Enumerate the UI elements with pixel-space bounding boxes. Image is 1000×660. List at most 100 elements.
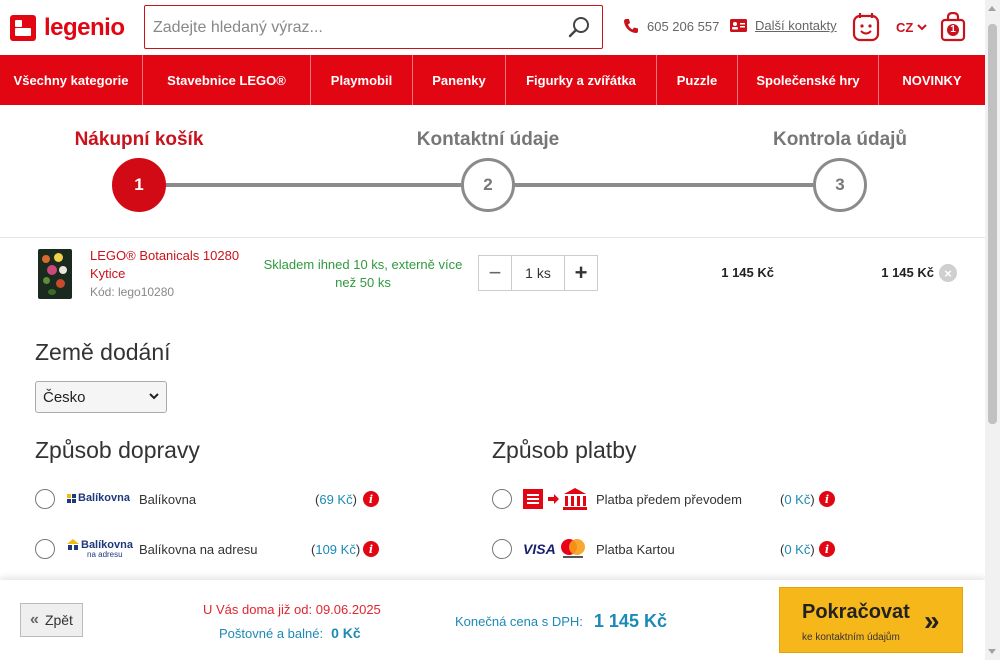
step-connector — [488, 183, 840, 187]
step-label-cart: Nákupní košík — [74, 129, 204, 150]
increase-quantity-button[interactable]: + — [565, 256, 597, 290]
nav-item-dolls[interactable]: Panenky — [413, 55, 506, 105]
payment-label-transfer: Platba předem převodem — [596, 492, 742, 507]
continue-button[interactable]: Pokračovat ke kontaktním údajům » — [779, 587, 963, 653]
info-icon[interactable]: i — [363, 491, 379, 507]
shipping-radio-balikovna-address[interactable] — [35, 539, 55, 559]
payment-price-value: 0 Kč — [784, 542, 811, 557]
shipping-cost-label: Poštovné a balné: — [219, 626, 324, 641]
cart-item-row: LEGO® Botanicals 10280 Kytice Kód: lego1… — [20, 239, 964, 311]
continue-label: Pokračovat — [802, 601, 910, 623]
step-circle-contact[interactable]: 2 — [461, 158, 515, 212]
bank-transfer-icon — [523, 488, 587, 510]
balikovna-address-logo: Balíkovna na adresu — [67, 539, 133, 560]
shipping-cost: Poštovné a balné: 0 Kč — [219, 625, 361, 641]
country-title: Země dodání — [35, 339, 171, 365]
shipping-price-balikovna-address: (109 Kč) — [311, 542, 361, 557]
nav-item-puzzle[interactable]: Puzzle — [657, 55, 738, 105]
cart-button[interactable]: 1 — [940, 11, 966, 42]
balikovna-logo: Balíkovna — [67, 492, 130, 504]
shipping-label-balikovna: Balíkovna — [139, 492, 197, 507]
delivery-date: U Vás doma již od: 09.06.2025 — [203, 602, 381, 617]
balikovna-logo-text: Balíkovna — [78, 492, 130, 504]
shipping-title: Způsob dopravy — [35, 437, 200, 463]
nav-item-playmobil[interactable]: Playmobil — [311, 55, 413, 105]
final-price-label: Konečná cena s DPH: — [455, 614, 583, 629]
shipping-price-value: 109 Kč — [315, 542, 356, 557]
payment-price-transfer: (0 Kč) — [780, 492, 815, 507]
search-input[interactable] — [153, 16, 553, 40]
quantity-value[interactable]: 1 ks — [511, 256, 565, 290]
brand-name: legenio — [44, 14, 125, 41]
double-chevron-right-icon: » — [924, 605, 940, 636]
main-navigation: Všechny kategorie Stavebnice LEGO® Playm… — [0, 55, 985, 105]
site-header: legenio 605 206 557 Další kontakty CZ — [0, 0, 985, 55]
scroll-thumb[interactable] — [988, 24, 997, 424]
scroll-up-arrow[interactable] — [988, 6, 996, 11]
nav-item-new[interactable]: NOVINKY — [879, 55, 985, 105]
contacts-link[interactable]: Další kontakty — [730, 18, 837, 33]
final-price-value: 1 145 Kč — [593, 611, 667, 631]
payment-radio-card[interactable] — [492, 539, 512, 559]
shipping-label-balikovna-address: Balíkovna na adresu — [139, 542, 258, 557]
quantity-stepper: − 1 ks + — [478, 255, 598, 291]
payment-label-card: Platba Kartou — [596, 542, 675, 557]
checkout-footer: « Zpět U Vás doma již od: 09.06.2025 Poš… — [0, 580, 985, 660]
language-selector[interactable]: CZ — [896, 20, 928, 35]
payment-price-value: 0 Kč — [784, 492, 811, 507]
contact-card-icon — [730, 19, 747, 32]
double-chevron-left-icon: « — [30, 611, 39, 628]
shipping-radio-balikovna[interactable] — [35, 489, 55, 509]
step-connector — [139, 183, 488, 187]
page-scrollbar[interactable] — [985, 0, 1000, 660]
shipping-price-value: 69 Kč — [319, 492, 353, 507]
remove-item-icon[interactable]: × — [939, 264, 957, 282]
country-select[interactable]: Česko — [35, 381, 167, 413]
shipping-cost-value: 0 Kč — [331, 625, 361, 641]
step-circle-review[interactable]: 3 — [813, 158, 867, 212]
final-price: Konečná cena s DPH: 1 145 Kč — [455, 611, 667, 632]
balikovna-logo-subtext: na adresu — [87, 550, 123, 559]
product-code: Kód: lego10280 — [90, 285, 175, 299]
product-name-link[interactable]: LEGO® Botanicals 10280 Kytice — [90, 247, 250, 283]
product-image[interactable] — [38, 249, 72, 299]
chevron-down-icon — [917, 24, 928, 31]
phone-icon — [624, 19, 638, 33]
payment-title: Způsob platby — [492, 437, 637, 463]
shipping-price-balikovna: (69 Kč) — [315, 492, 357, 507]
country-selected: Česko — [43, 388, 86, 406]
brand-logo[interactable]: legenio — [10, 14, 125, 42]
payment-price-card: (0 Kč) — [780, 542, 815, 557]
cart-count: 1 — [950, 24, 956, 35]
chevron-down-icon — [149, 393, 159, 400]
scroll-down-arrow[interactable] — [988, 649, 996, 654]
step-label-review: Kontrola údajů — [772, 129, 908, 150]
checkout-steps: Nákupní košík 1 Kontaktní údaje 2 Kontro… — [0, 105, 985, 238]
phone-contact[interactable]: 605 206 557 — [623, 18, 719, 34]
search-icon[interactable] — [568, 15, 592, 39]
logo-icon — [10, 15, 36, 41]
info-icon[interactable]: i — [819, 491, 835, 507]
stock-status: Skladem ihned 10 ks, externě více než 50… — [263, 257, 463, 290]
continue-sublabel: ke kontaktním údajům — [802, 632, 900, 643]
back-button[interactable]: « Zpět — [20, 603, 83, 637]
decrease-quantity-button[interactable]: − — [479, 256, 511, 290]
search-box — [144, 5, 603, 49]
back-label: Zpět — [44, 612, 73, 628]
balikovna-icon — [67, 539, 79, 550]
info-icon[interactable]: i — [819, 541, 835, 557]
language-label: CZ — [896, 20, 914, 35]
phone-number: 605 206 557 — [647, 18, 720, 34]
payment-radio-transfer[interactable] — [492, 489, 512, 509]
mastercard-icon — [561, 539, 585, 558]
account-face-icon[interactable] — [852, 12, 880, 42]
nav-item-lego[interactable]: Stavebnice LEGO® — [143, 55, 311, 105]
nav-item-board-games[interactable]: Společenské hry — [738, 55, 879, 105]
nav-item-figures[interactable]: Figurky a zvířátka — [506, 55, 657, 105]
balikovna-icon — [67, 493, 76, 503]
info-icon[interactable]: i — [363, 541, 379, 557]
step-circle-cart[interactable]: 1 — [112, 158, 166, 212]
nav-item-all-categories[interactable]: Všechny kategorie — [0, 55, 143, 105]
step-label-contact: Kontaktní údaje — [416, 129, 560, 150]
total-price: 1 145 Kč — [881, 265, 934, 280]
